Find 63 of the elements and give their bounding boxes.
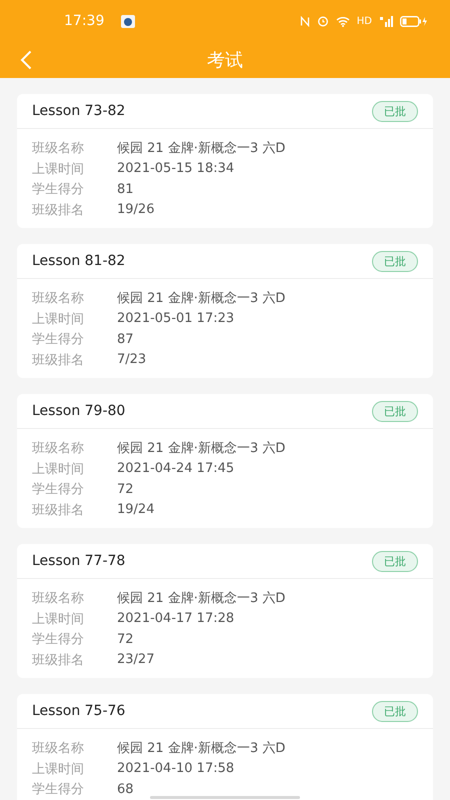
field-value: 72	[117, 632, 134, 647]
field-label: 班级名称	[32, 740, 85, 758]
alarm-icon	[316, 15, 329, 27]
field-label: 学生得分	[32, 631, 85, 648]
exam-card[interactable]: Lesson 81-82 已批 班级名称 候园 21 金牌·新概念一3 六D 上课时间 2021-05-01 17:23 学生得分 87 班级排名 7/23	[17, 244, 433, 378]
field-label: 学生得分	[32, 781, 85, 798]
status-badge: 已批	[372, 250, 418, 272]
field-label: 上课时间	[32, 760, 85, 778]
nfc-icon	[300, 16, 310, 26]
exam-card[interactable]: Lesson 73-82 已批 班级名称 候园 21 金牌·新概念一3 六D 上课时间 2021-05-15 18:34 学生得分 81 班级排名 19/26	[17, 94, 433, 228]
app-notification-icon	[121, 14, 136, 28]
field-value: 2021-04-17 17:28	[117, 611, 234, 626]
lesson-title: Lesson 77-78	[32, 553, 126, 569]
exam-card[interactable]: Lesson 79-80 已批 班级名称 候园 21 金牌·新概念一3 六D 上课时间 2021-04-24 17:45 学生得分 72 班级排名 19/24	[17, 394, 433, 528]
status-badge: 已批	[372, 400, 418, 422]
field-value: 候园 21 金牌·新概念一3 六D	[117, 140, 286, 158]
field-label: 班级排名	[32, 502, 85, 519]
field-value: 候园 21 金牌·新概念一3 六D	[117, 740, 286, 758]
field-label: 学生得分	[32, 331, 85, 348]
field-label: 班级名称	[32, 590, 85, 608]
network-label: HD	[356, 16, 372, 26]
field-value: 2021-04-24 17:45	[117, 461, 234, 476]
field-label: 班级名称	[32, 140, 85, 158]
field-value: 23/27	[117, 652, 154, 668]
field-value: 19/24	[117, 502, 154, 518]
signal-icon	[379, 16, 393, 26]
lesson-title: Lesson 75-76	[32, 703, 126, 719]
field-label: 学生得分	[32, 481, 85, 498]
field-value: 87	[117, 332, 134, 347]
field-value: 81	[117, 182, 134, 197]
field-label: 班级名称	[32, 290, 85, 308]
field-label: 学生得分	[32, 181, 85, 198]
field-label: 上课时间	[32, 160, 85, 178]
field-value: 2021-05-01 17:23	[117, 311, 234, 326]
status-badge: 已批	[372, 550, 418, 572]
page-title: 考试	[207, 49, 243, 72]
field-value: 68	[117, 782, 134, 797]
field-value: 候园 21 金牌·新概念一3 六D	[117, 290, 286, 308]
field-label: 班级排名	[32, 352, 85, 369]
field-label: 班级排名	[32, 202, 85, 219]
field-label: 班级名称	[32, 440, 85, 458]
status-time: 17:39	[64, 13, 104, 29]
status-badge: 已批	[372, 700, 418, 722]
field-value: 19/26	[117, 202, 154, 218]
lesson-title: Lesson 73-82	[32, 103, 126, 119]
battery-charging-icon	[400, 16, 428, 26]
field-label: 班级排名	[32, 652, 85, 669]
lesson-title: Lesson 81-82	[32, 253, 126, 269]
field-value: 72	[117, 482, 134, 497]
lesson-title: Lesson 79-80	[32, 403, 126, 419]
field-label: 上课时间	[32, 310, 85, 328]
field-value: 候园 21 金牌·新概念一3 六D	[117, 590, 286, 608]
field-value: 2021-05-15 18:34	[117, 161, 234, 176]
field-label: 上课时间	[32, 460, 85, 478]
field-value: 7/23	[117, 352, 146, 368]
exam-card[interactable]: Lesson 75-76 已批 班级名称 候园 21 金牌·新概念一3 六D 上课时间 2021-04-10 17:58 学生得分 68	[17, 694, 433, 800]
field-label: 上课时间	[32, 610, 85, 628]
back-icon[interactable]	[20, 50, 32, 70]
field-value: 2021-04-10 17:58	[117, 761, 234, 776]
wifi-icon	[336, 16, 350, 26]
exam-card[interactable]: Lesson 77-78 已批 班级名称 候园 21 金牌·新概念一3 六D 上课时间 2021-04-17 17:28 学生得分 72 班级排名 23/27	[17, 544, 433, 678]
field-value: 候园 21 金牌·新概念一3 六D	[117, 440, 286, 458]
status-badge: 已批	[372, 100, 418, 122]
